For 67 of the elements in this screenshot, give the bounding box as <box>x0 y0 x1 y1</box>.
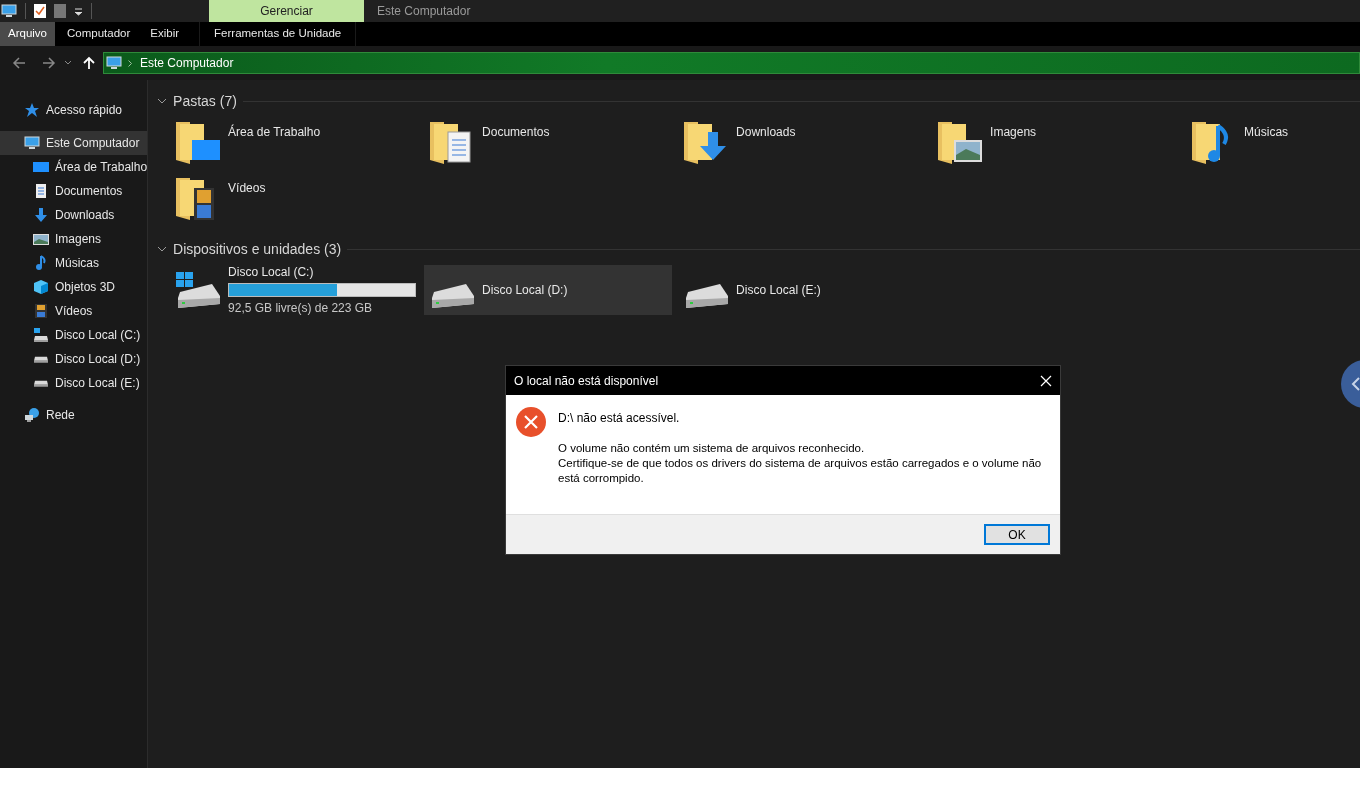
breadcrumb: Este Computador <box>140 55 234 72</box>
drive-tile[interactable]: Disco Local (E:) <box>678 265 927 315</box>
folder-tile[interactable]: Vídeos <box>174 174 429 230</box>
sidebar-item[interactable]: Downloads <box>0 203 148 227</box>
star-icon <box>24 102 40 118</box>
dropdown-icon[interactable] <box>74 6 83 16</box>
folder-tile[interactable]: Documentos <box>428 118 683 174</box>
cube-icon <box>33 279 49 295</box>
up-arrow-icon[interactable] <box>82 56 96 70</box>
ribbon-tab[interactable]: Arquivo <box>0 22 55 46</box>
folder-tile[interactable]: Músicas <box>1190 118 1360 174</box>
picture-icon <box>33 231 49 247</box>
drive-tile[interactable]: Disco Local (D:) <box>424 265 673 315</box>
dialog-title: O local não está disponível <box>514 372 659 390</box>
close-icon[interactable] <box>1040 374 1052 387</box>
sidebar-item[interactable]: Imagens <box>0 227 148 251</box>
sidebar-item[interactable]: Acesso rápido <box>0 98 148 122</box>
sidebar-item[interactable]: Disco Local (C:) <box>0 323 148 347</box>
film-icon <box>33 303 49 319</box>
forward-arrow-icon[interactable] <box>42 56 56 70</box>
collapse-chevron-icon[interactable] <box>157 96 168 106</box>
folder-tile[interactable]: Downloads <box>682 118 937 174</box>
dialog-message: O volume não contém um sistema de arquivos reconhecido. <box>558 441 866 456</box>
contextual-tab[interactable]: Gerenciar <box>209 0 364 22</box>
sidebar-item[interactable]: Vídeos <box>0 299 148 323</box>
recent-dropdown-icon[interactable] <box>64 59 72 67</box>
sidebar-item[interactable]: Este Computador <box>0 131 148 155</box>
properties-icon[interactable] <box>34 4 46 18</box>
ok-button[interactable]: OK <box>984 524 1050 545</box>
group-title: Dispositivos e unidades (3) <box>173 239 342 259</box>
network-icon <box>24 407 40 423</box>
address-bar[interactable]: Este Computador <box>103 52 1360 74</box>
computer-icon <box>1 3 17 19</box>
sidebar-item[interactable]: Área de Trabalho <box>0 155 148 179</box>
drive-icon <box>34 379 48 387</box>
desktop-icon <box>33 159 49 175</box>
ribbon-tab[interactable]: Exibir <box>142 22 188 46</box>
computer-icon <box>106 55 122 71</box>
folder-tile[interactable]: Imagens <box>936 118 1191 174</box>
hard-drive-icon <box>174 270 223 310</box>
computer-icon <box>24 135 40 151</box>
error-icon <box>516 407 546 437</box>
sidebar-item[interactable]: Músicas <box>0 251 148 275</box>
drive-tile[interactable]: Disco Local (C:) 92,5 GB livre(s) de 223 GB <box>170 265 419 315</box>
document-icon <box>33 183 49 199</box>
sidebar-item[interactable]: Disco Local (D:) <box>0 347 148 371</box>
group-title: Pastas (7) <box>173 91 237 111</box>
collapse-chevron-icon[interactable] <box>157 244 168 254</box>
sidebar-item[interactable]: Disco Local (E:) <box>0 371 148 395</box>
dialog-message: Certifique-se de que todos os drivers do sistema de arquivos estão carregados e o volume não está corrompido. <box>558 456 1043 486</box>
ribbon-tab[interactable]: Computador <box>59 22 139 46</box>
drive-name: Disco Local (C:) <box>228 264 315 281</box>
chevron-left-icon <box>1351 377 1360 391</box>
drive-icon <box>33 327 49 343</box>
window-title: Este Computador <box>377 3 471 20</box>
drive-icon <box>34 355 48 363</box>
chevron-right-icon <box>128 59 132 67</box>
down-arrow-icon <box>33 207 49 223</box>
drive-name: Disco Local (E:) <box>736 282 821 299</box>
drive-name: Disco Local (D:) <box>482 282 568 299</box>
folder-tile[interactable]: Área de Trabalho <box>174 118 429 174</box>
back-arrow-icon[interactable] <box>12 56 26 70</box>
sidebar-item[interactable]: Documentos <box>0 179 148 203</box>
sidebar-item[interactable]: Objetos 3D <box>0 275 148 299</box>
sidebar-item[interactable]: Rede <box>0 403 148 427</box>
free-space-text: 92,5 GB livre(s) de 223 GB <box>228 300 374 317</box>
dialog-heading: D:\ não está acessível. <box>558 410 681 427</box>
